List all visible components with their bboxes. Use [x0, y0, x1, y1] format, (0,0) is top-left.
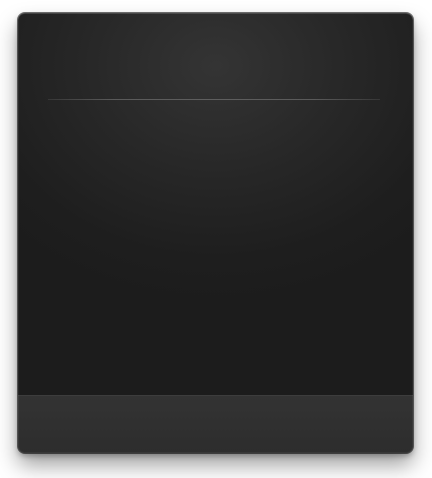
header-divider [48, 99, 380, 100]
panel-title [48, 68, 383, 88]
panel-footer-bar [18, 395, 413, 453]
panel-content-area [18, 13, 413, 396]
screen [0, 0, 432, 478]
dark-panel-window [18, 13, 413, 453]
